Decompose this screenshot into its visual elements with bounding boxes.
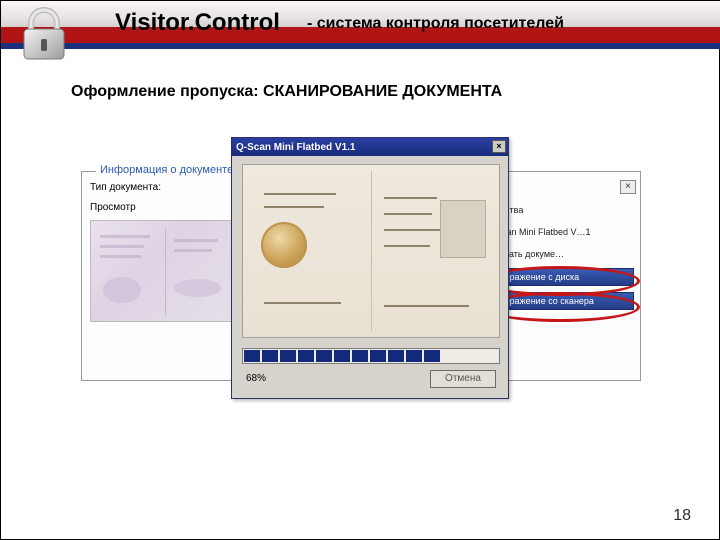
progress-segment: [334, 350, 350, 362]
progress-segment: [316, 350, 332, 362]
section-heading: Оформление пропуска: СКАНИРОВАНИЕ ДОКУМЕ…: [71, 83, 502, 101]
scan-dialog-title: Q-Scan Mini Flatbed V1.1: [236, 142, 355, 153]
progress-segment: [280, 350, 296, 362]
thumbnail-texture: [91, 221, 239, 321]
progress-segment: [370, 350, 386, 362]
doc-type-label: Тип документа:: [90, 182, 161, 193]
passport-render: [249, 171, 493, 331]
scan-dialog: Q-Scan Mini Flatbed V1.1 ×: [231, 137, 509, 399]
progress-segment: [352, 350, 368, 362]
group-label: Информация о документе: [96, 164, 237, 176]
progress-segment: [244, 350, 260, 362]
window-close-button[interactable]: ×: [620, 180, 636, 194]
header-blue-bar: [1, 43, 720, 49]
lock-icon: [11, 1, 77, 67]
slide: Visitor.Control - система контроля посет…: [0, 0, 720, 540]
progress-segment: [298, 350, 314, 362]
document-thumbnail[interactable]: [90, 220, 240, 322]
page-number: 18: [673, 507, 691, 525]
app-title: Visitor.Control: [115, 9, 280, 37]
scan-preview: [242, 164, 500, 338]
photo-placeholder: [440, 200, 486, 258]
scan-dialog-titlebar[interactable]: Q-Scan Mini Flatbed V1.1 ×: [232, 138, 508, 156]
progress-segment: [406, 350, 422, 362]
progress-segment: [388, 350, 404, 362]
progress-segment: [262, 350, 278, 362]
passport-left-page: [249, 171, 372, 331]
stop-scan-button[interactable]: Отмена: [430, 370, 496, 388]
emblem-icon: [261, 222, 307, 268]
passport-right-page: [372, 171, 494, 331]
scan-dialog-close-button[interactable]: ×: [492, 140, 506, 153]
app-tagline: - система контроля посетителей: [307, 15, 564, 33]
scan-progress-percent: 68%: [246, 373, 266, 384]
scan-progress-bar: [242, 348, 500, 364]
preview-label: Просмотр: [90, 202, 136, 213]
progress-segment: [424, 350, 440, 362]
